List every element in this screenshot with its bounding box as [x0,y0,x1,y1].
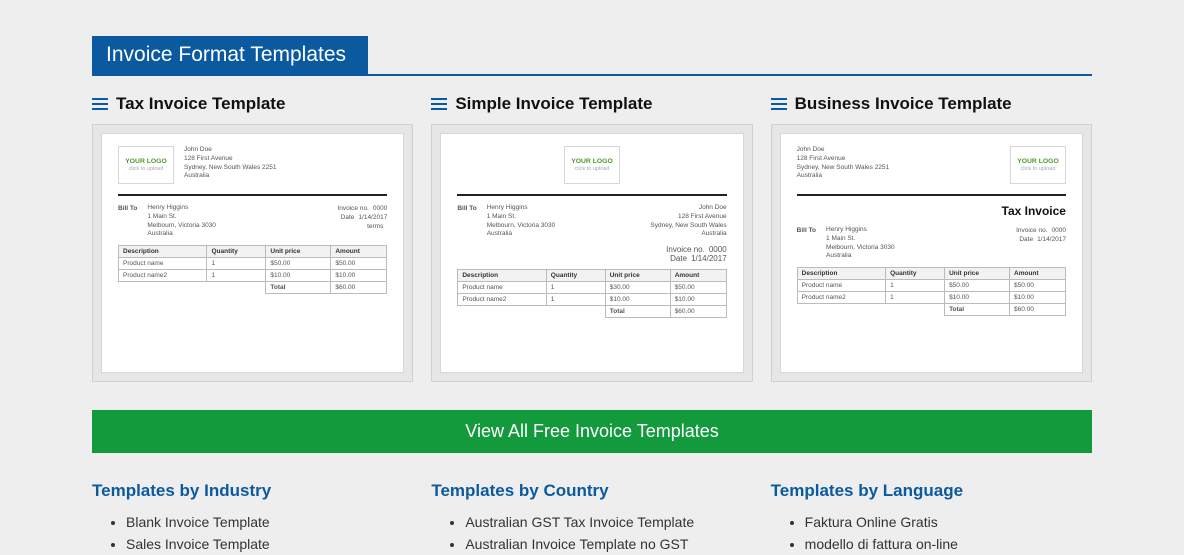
logo-text: YOUR LOGO [571,158,613,166]
template-preview[interactable]: YOUR LOGO click to upload John Doe128 Fi… [92,124,413,382]
section-title: Invoice Format Templates [92,36,368,74]
logo-text: YOUR LOGO [125,158,167,166]
invoice-line-items-table: DescriptionQuantityUnit priceAmountProdu… [118,245,387,294]
template-card-title[interactable]: Tax Invoice Template [116,94,285,114]
address-block: Henry Higgins1 Main St.Melbourn, Victori… [826,226,895,261]
list-heading: Templates by Language [771,481,1092,501]
address-block: John Doe128 First AvenueSydney, New Sout… [184,146,277,181]
logo-placeholder[interactable]: YOUR LOGO click to upload [118,146,174,184]
template-preview[interactable]: YOUR LOGO click to upload Bill To Henry … [431,124,752,382]
address-block: Henry Higgins1 Main St.Melbourn, Victori… [147,204,216,239]
template-link[interactable]: Sales Invoice Template [126,533,413,555]
logo-subtext: click to upload [1021,166,1056,173]
address-block: John Doe128 First AvenueSydney, New Sout… [797,146,890,181]
menu-icon[interactable] [92,98,108,110]
logo-text: YOUR LOGO [1017,158,1059,166]
template-link[interactable]: modello di fattura on-line [805,533,1092,555]
template-card-title[interactable]: Simple Invoice Template [455,94,652,114]
list-heading: Templates by Country [431,481,752,501]
menu-icon[interactable] [431,98,447,110]
invoice-line-items-table: DescriptionQuantityUnit priceAmountProdu… [457,269,726,318]
logo-placeholder[interactable]: YOUR LOGO click to upload [564,146,620,184]
invoice-line-items-table: DescriptionQuantityUnit priceAmountProdu… [797,267,1066,316]
template-card-title[interactable]: Business Invoice Template [795,94,1012,114]
template-link[interactable]: Blank Invoice Template [126,511,413,533]
template-link[interactable]: Australian Invoice Template no GST [465,533,752,555]
tax-invoice-title: Tax Invoice [797,204,1066,218]
template-link[interactable]: Australian GST Tax Invoice Template [465,511,752,533]
logo-subtext: click to upload [575,166,610,173]
view-all-templates-button[interactable]: View All Free Invoice Templates [92,410,1092,453]
address-block: Henry Higgins1 Main St.Melbourn, Victori… [487,204,556,239]
menu-icon[interactable] [771,98,787,110]
list-heading: Templates by Industry [92,481,413,501]
template-link[interactable]: Faktura Online Gratis [805,511,1092,533]
section-title-bar: Invoice Format Templates [92,36,1092,76]
template-preview[interactable]: John Doe128 First AvenueSydney, New Sout… [771,124,1092,382]
address-block: John Doe128 First AvenueSydney, New Sout… [650,204,726,239]
logo-placeholder[interactable]: YOUR LOGO click to upload [1010,146,1066,184]
logo-subtext: click to upload [129,166,164,173]
